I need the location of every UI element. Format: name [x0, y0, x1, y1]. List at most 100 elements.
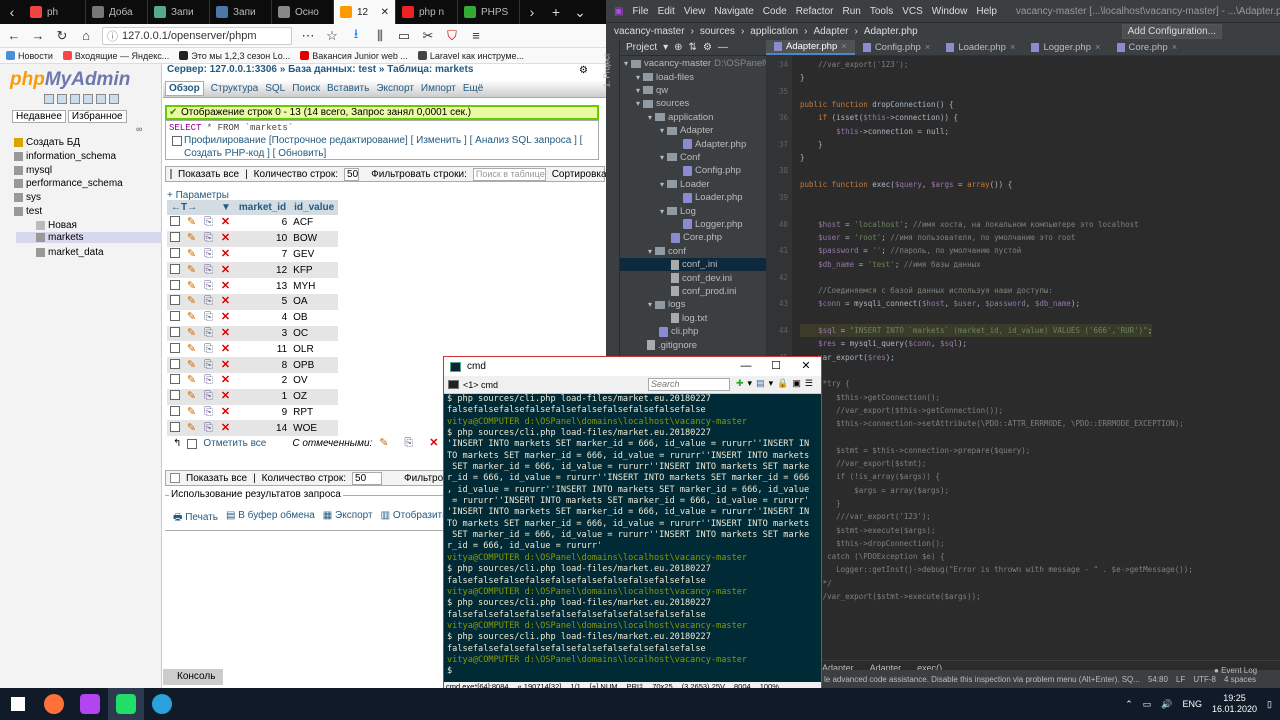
- tree-item-markets[interactable]: markets: [16, 232, 162, 243]
- browser-tab[interactable]: Запи: [148, 0, 210, 24]
- edit-icon[interactable]: ✎: [186, 248, 197, 260]
- edit-icon[interactable]: ✎: [186, 296, 197, 307]
- layout-icon[interactable]: ▤: [756, 378, 765, 389]
- cmd-search-input[interactable]: Search: [648, 378, 730, 391]
- column-options[interactable]: ▼: [217, 200, 235, 215]
- status-indent[interactable]: 4 spaces: [1224, 675, 1256, 684]
- row-checkbox[interactable]: [170, 247, 180, 258]
- menu-item[interactable]: Window: [932, 6, 968, 17]
- console-toggle[interactable]: Консоль: [163, 669, 223, 685]
- expand-arrow-icon[interactable]: ▾: [636, 73, 640, 82]
- taskbar-firefox[interactable]: [36, 688, 72, 720]
- taskbar-conemu[interactable]: [108, 688, 144, 720]
- event-log[interactable]: ● Event Log: [1214, 666, 1257, 675]
- collapse-icon[interactable]: ⇅: [689, 42, 697, 53]
- settings-icon[interactable]: [96, 94, 106, 104]
- row-checkbox[interactable]: [170, 390, 180, 401]
- menu-item[interactable]: Run: [842, 6, 860, 17]
- delete-icon[interactable]: ✕: [220, 312, 231, 323]
- terminal-output[interactable]: $ php sources/cli.php load-files/market.…: [444, 394, 821, 682]
- project-tree-item[interactable]: conf_.ini: [620, 258, 766, 272]
- copy-icon[interactable]: ⎘: [203, 264, 214, 276]
- bookmark-item[interactable]: Это мы 1,2,3 сезон Lo...: [179, 51, 290, 61]
- copy-icon[interactable]: ⎘: [203, 233, 214, 244]
- status-message[interactable]: le advanced code assistance. Disable thi…: [824, 675, 1140, 684]
- tab-import[interactable]: Импорт: [421, 83, 456, 94]
- close-icon[interactable]: ×: [1010, 42, 1016, 53]
- print-link[interactable]: 🖶 Печать: [173, 510, 218, 527]
- cell-market-id[interactable]: 4: [234, 309, 291, 326]
- close-icon[interactable]: ×: [841, 41, 847, 52]
- chevron-down-icon[interactable]: ▾: [663, 42, 668, 53]
- chevron-up-icon[interactable]: ⌃: [1125, 699, 1133, 710]
- project-tree-item[interactable]: cli.php: [620, 325, 698, 338]
- cell-id-value[interactable]: OZ: [290, 388, 339, 405]
- cell-id-value[interactable]: OC: [290, 325, 339, 342]
- project-tree-item[interactable]: ▾ logs: [620, 298, 685, 311]
- project-tree-item[interactable]: Core.php: [620, 231, 722, 244]
- taskbar-phpstorm[interactable]: [72, 688, 108, 720]
- edit-icon[interactable]: ✎: [186, 217, 197, 228]
- bookmark-item[interactable]: Laravel как инструме...: [417, 51, 524, 61]
- close-tab-icon[interactable]: ✕: [381, 7, 389, 18]
- logout-icon[interactable]: [57, 94, 67, 104]
- more-icon[interactable]: ⋯: [300, 28, 316, 44]
- download-icon[interactable]: ⭳: [348, 25, 364, 47]
- add-configuration-button[interactable]: Add Configuration...: [1121, 24, 1222, 39]
- delete-icon[interactable]: ✕: [220, 233, 231, 244]
- filter-input[interactable]: Поиск в таблице: [472, 167, 546, 181]
- tree-item-market-data[interactable]: market_data: [36, 247, 104, 258]
- row-checkbox[interactable]: [170, 342, 180, 353]
- panel-icon[interactable]: ▣: [792, 378, 801, 389]
- column-header-market-id[interactable]: market_id: [234, 200, 291, 215]
- expand-arrow-icon[interactable]: ▾: [660, 126, 664, 135]
- tree-item-create-db[interactable]: Создать БД: [14, 137, 80, 148]
- delete-icon[interactable]: ✕: [220, 264, 231, 276]
- project-label[interactable]: Project: [626, 42, 657, 53]
- delete-selected-icon[interactable]: ✕: [428, 438, 439, 449]
- chevron-down-icon[interactable]: ⌄: [568, 4, 592, 21]
- cell-market-id[interactable]: 1: [234, 388, 291, 405]
- delete-icon[interactable]: ✕: [220, 327, 231, 339]
- tree-item-test[interactable]: test: [14, 206, 42, 217]
- pma-logo[interactable]: phpMyAdmin: [10, 69, 130, 91]
- tab-recent[interactable]: Недавнее: [12, 110, 66, 123]
- sort-arrows[interactable]: ←T→: [167, 200, 217, 215]
- expand-arrow-icon[interactable]: ▾: [648, 300, 652, 309]
- cell-market-id[interactable]: 7: [234, 246, 291, 263]
- project-tree-item[interactable]: Loader.php: [620, 191, 743, 204]
- close-icon[interactable]: ×: [1095, 42, 1101, 53]
- new-tab-icon[interactable]: +: [544, 4, 568, 20]
- tab-scroll-right-icon[interactable]: ›: [520, 4, 544, 20]
- project-tree-item[interactable]: ▾ Loader: [620, 178, 710, 191]
- notifications-icon[interactable]: ▯: [1267, 699, 1272, 710]
- copy-icon[interactable]: ⎘: [203, 280, 214, 292]
- edit-icon[interactable]: ✎: [186, 312, 197, 323]
- edit-selected-icon[interactable]: ✎: [378, 438, 389, 449]
- rows-select[interactable]: 50: [344, 167, 360, 181]
- link-icon[interactable]: ∞: [136, 124, 142, 134]
- nav-adapter-php[interactable]: Adapter.php: [864, 26, 918, 37]
- help-icon[interactable]: [70, 94, 80, 104]
- cell-market-id[interactable]: 11: [234, 341, 291, 358]
- status-line-sep[interactable]: LF: [1176, 675, 1185, 684]
- row-checkbox[interactable]: [170, 311, 180, 322]
- row-checkbox[interactable]: [170, 295, 180, 306]
- console-tab[interactable]: <1> cmd: [463, 380, 498, 390]
- editor-tab[interactable]: Config.php ×: [855, 40, 939, 55]
- copy-icon[interactable]: ⎘: [203, 406, 214, 418]
- project-tree-item[interactable]: .gitignore: [620, 338, 697, 351]
- project-tree-item[interactable]: ▾ load-files: [620, 70, 694, 83]
- home-icon[interactable]: ⌂: [78, 28, 94, 43]
- close-icon[interactable]: ×: [925, 42, 931, 53]
- cell-id-value[interactable]: OA: [290, 293, 339, 310]
- show-all-checkbox-bottom[interactable]: [170, 473, 180, 483]
- browser-tab[interactable]: Запи: [210, 0, 272, 24]
- expand-arrow-icon[interactable]: ▾: [648, 247, 652, 256]
- copy-icon[interactable]: ⎘: [203, 327, 214, 339]
- menu-item[interactable]: Refactor: [796, 6, 834, 17]
- cell-market-id[interactable]: 10: [234, 230, 291, 247]
- hide-icon[interactable]: —: [718, 42, 728, 53]
- project-tree-item[interactable]: ▾ qw: [620, 84, 668, 97]
- cell-id-value[interactable]: OV: [290, 372, 339, 389]
